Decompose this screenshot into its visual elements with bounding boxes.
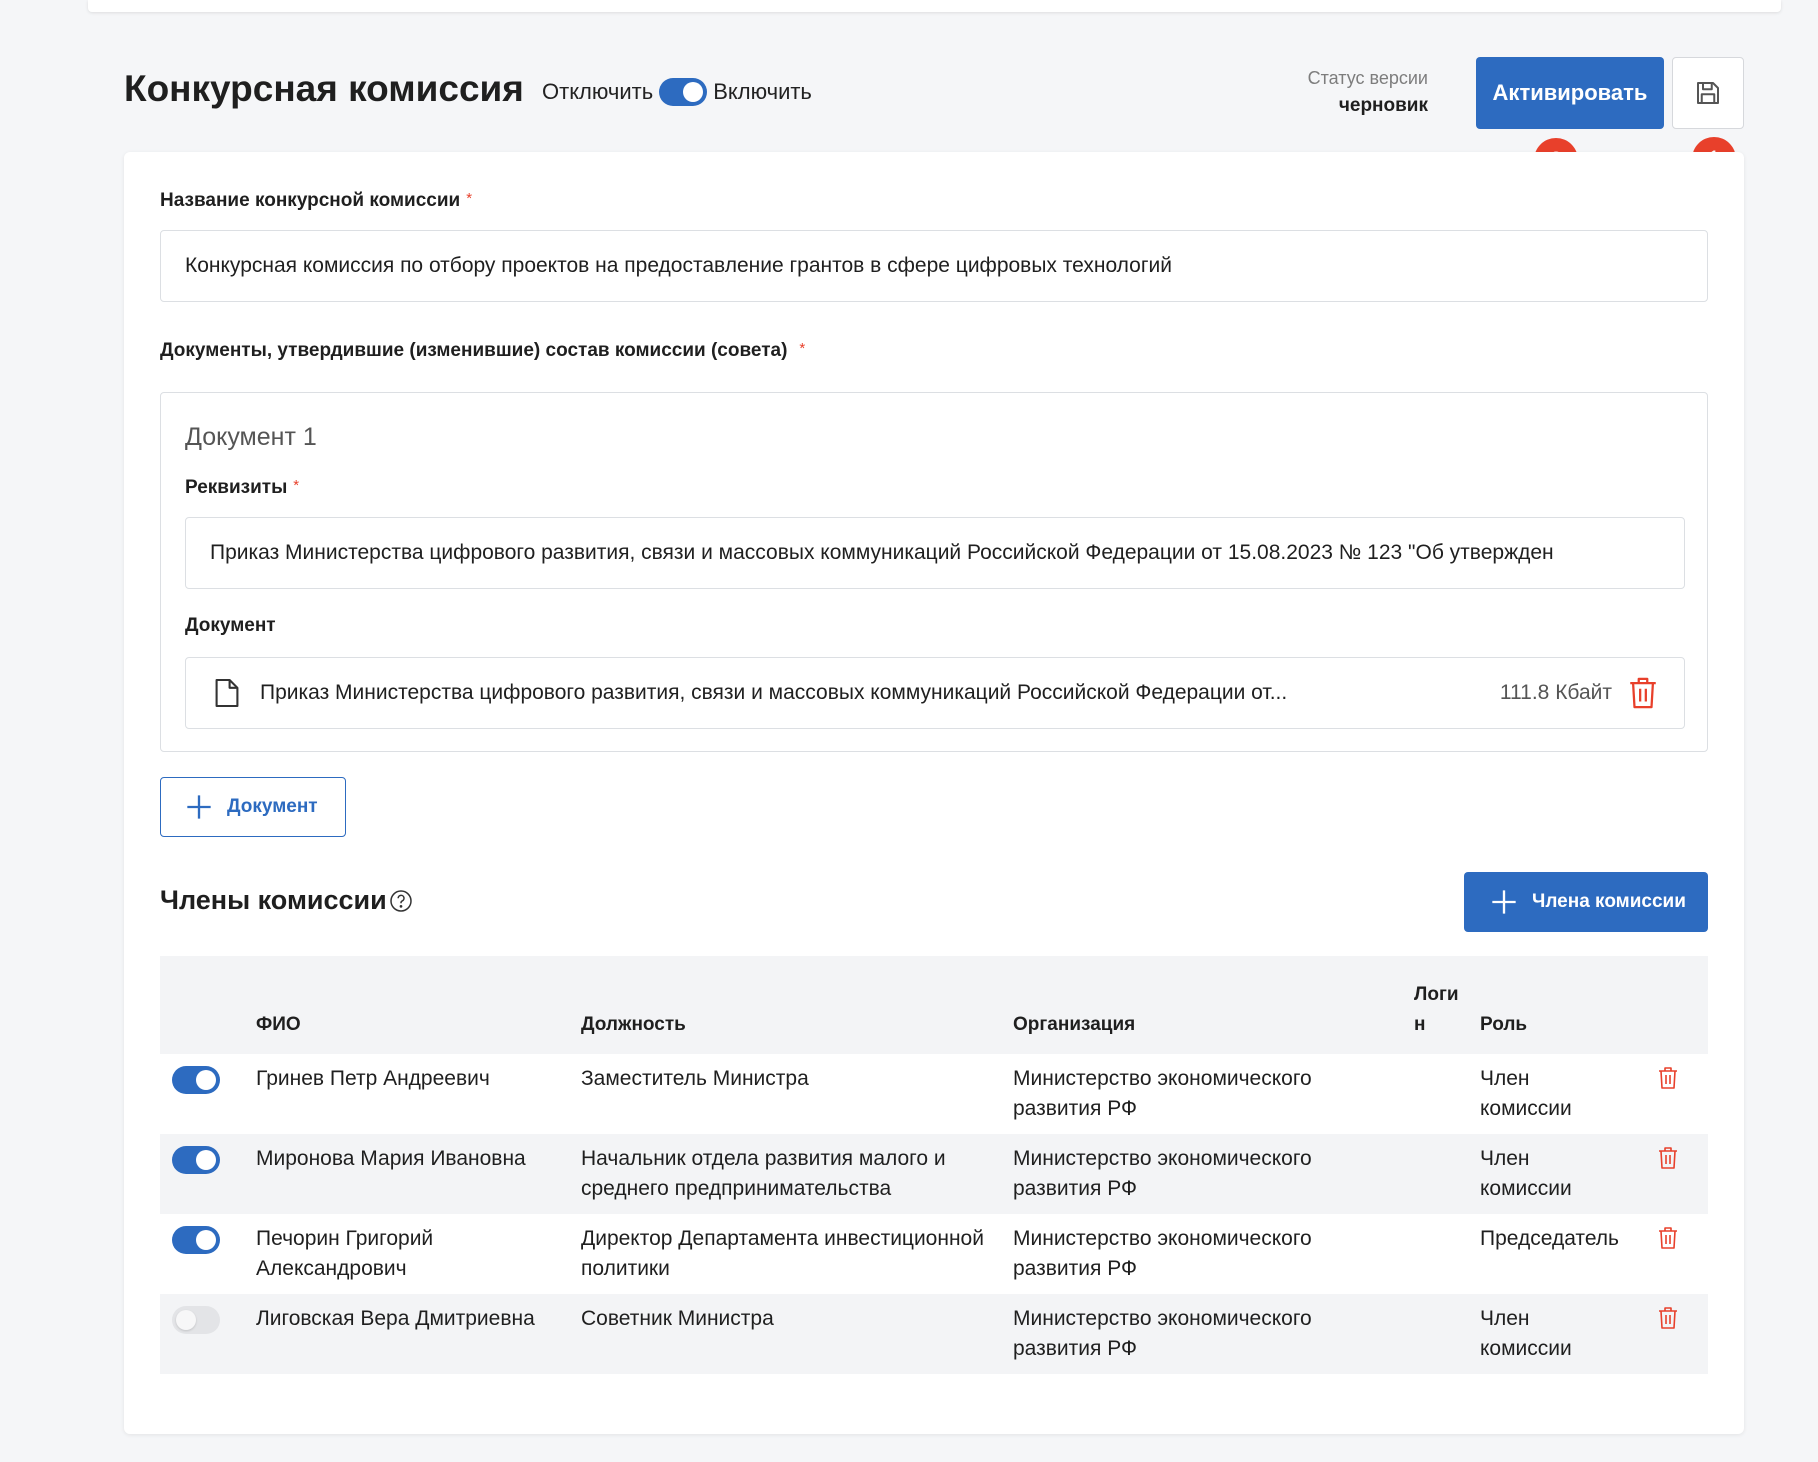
table-row: Гринев Петр Андреевич Заместитель Министр… [160, 1054, 1708, 1134]
trash-icon[interactable] [1658, 1066, 1678, 1090]
member-fio: Лиговская Вера Дмитриевна [256, 1294, 581, 1374]
trash-icon[interactable] [1658, 1306, 1678, 1330]
save-button[interactable] [1672, 57, 1744, 129]
toggle-knob [196, 1230, 216, 1250]
required-mark: * [466, 190, 473, 207]
version-status: Статус версии черновик [1308, 68, 1428, 117]
plus-icon [1492, 890, 1516, 914]
trash-icon[interactable] [1658, 1226, 1678, 1250]
member-active-cell [160, 1054, 256, 1134]
member-role: Член комиссии [1480, 1067, 1572, 1120]
member-fio: Гринев Петр Андреевич [256, 1067, 490, 1090]
trash-icon[interactable] [1658, 1146, 1678, 1170]
member-fio: Печорин Григорий Александрович [256, 1227, 434, 1280]
attached-file[interactable]: Приказ Министерства цифрового развития, … [185, 657, 1685, 729]
member-role: Член комиссии [1480, 1134, 1658, 1214]
members-table: ФИО Должность Организация Логин Роль Гри… [160, 956, 1708, 1374]
member-login [1414, 1294, 1480, 1374]
docs-label-text: Документы, утвердившие (изменившие) сост… [160, 340, 788, 361]
file-field-label: Документ [185, 615, 276, 636]
member-role: Член комиссии [1480, 1294, 1658, 1374]
add-document-label: Документ [227, 796, 318, 817]
activate-button[interactable]: Активировать [1476, 57, 1664, 129]
member-delete-cell [1658, 1134, 1708, 1214]
page-title: Конкурсная комиссия [124, 68, 524, 109]
file-name: Приказ Министерства цифрового развития, … [260, 681, 1288, 704]
member-delete-cell [1658, 1214, 1708, 1294]
toggle-knob [176, 1310, 196, 1330]
member-active-toggle[interactable] [172, 1066, 220, 1094]
member-position: Начальник отдела развития малого и средн… [581, 1134, 1013, 1214]
table-row: Миронова Мария Ивановна Начальник отдела … [160, 1134, 1708, 1214]
table-header-row: ФИО Должность Организация Логин Роль [160, 956, 1708, 1054]
member-organization: Министерство экономического развития РФ [1013, 1067, 1312, 1120]
main-card: Название конкурсной комиссии * Конкурсная… [124, 152, 1744, 1434]
page-header: Конкурсная комиссия Отключить Включить С… [124, 56, 1744, 130]
member-fio: Миронова Мария Ивановна [256, 1134, 581, 1214]
header-login[interactable]: Логин [1414, 956, 1480, 1054]
enable-toggle[interactable] [659, 78, 708, 106]
header-position[interactable]: Должность [581, 956, 1013, 1054]
member-active-toggle[interactable] [172, 1146, 220, 1174]
member-active-cell [160, 1134, 256, 1214]
member-position: Советник Министра [581, 1294, 1013, 1374]
header-fio[interactable]: ФИО [256, 956, 581, 1054]
name-label-text: Название конкурсной комиссии [160, 190, 461, 211]
details-field-label: Реквизиты * [185, 477, 299, 499]
details-input[interactable]: Приказ Министерства цифрового развития, … [185, 517, 1685, 589]
plus-icon [187, 795, 211, 819]
help-icon[interactable] [389, 889, 413, 913]
member-active-cell [160, 1214, 256, 1294]
table-row: Печорин Григорий Александрович Директор Д… [160, 1214, 1708, 1294]
members-table-body: Гринев Петр Андреевич Заместитель Министр… [160, 1054, 1708, 1374]
header-role[interactable]: Роль [1480, 956, 1658, 1054]
member-delete-cell [1658, 1294, 1708, 1374]
trash-icon[interactable] [1628, 676, 1658, 710]
member-active-cell [160, 1294, 256, 1374]
member-delete-cell [1658, 1054, 1708, 1134]
header-delete [1658, 956, 1708, 1054]
enable-toggle-group: Отключить Включить [542, 78, 812, 106]
status-label: Статус версии [1307, 68, 1428, 88]
details-label-text: Реквизиты [185, 477, 288, 498]
toggle-on-label: Включить [713, 79, 812, 104]
document-block: Документ 1 Реквизиты * Приказ Министерств… [160, 392, 1708, 752]
top-panel-edge [88, 0, 1781, 12]
member-position: Директор Департамента инвестиционной пол… [581, 1227, 984, 1280]
table-row: Лиговская Вера Дмитриевна Советник Минист… [160, 1294, 1708, 1374]
required-mark: * [293, 477, 300, 494]
file-size: 111.8 Кбайт [1499, 681, 1612, 704]
member-position: Заместитель Министра [581, 1067, 809, 1090]
header-toggle [160, 956, 256, 1054]
add-document-button[interactable]: Документ [160, 777, 346, 837]
file-icon [215, 678, 239, 708]
members-title-text: Члены комиссии [160, 885, 387, 915]
docs-field-label: Документы, утвердившие (изменившие) сост… [160, 340, 805, 362]
toggle-knob [196, 1070, 216, 1090]
member-login [1414, 1214, 1480, 1294]
member-active-toggle[interactable] [172, 1226, 220, 1254]
required-mark: * [799, 340, 806, 357]
save-icon [1697, 82, 1719, 104]
members-section-title: Члены комиссии [160, 885, 413, 916]
member-login [1414, 1134, 1480, 1214]
toggle-knob [196, 1150, 216, 1170]
add-member-button[interactable]: Члена комиссии [1464, 872, 1708, 932]
status-value: черновик [1338, 95, 1428, 116]
commission-name-input[interactable]: Конкурсная комиссия по отбору проектов н… [160, 230, 1708, 302]
toggle-off-label: Отключить [542, 79, 654, 104]
name-field-label: Название конкурсной комиссии * [160, 190, 472, 212]
toggle-knob [683, 82, 704, 102]
member-login [1414, 1054, 1480, 1134]
add-member-label: Члена комиссии [1532, 891, 1686, 912]
member-organization: Министерство экономического развития РФ [1013, 1134, 1414, 1214]
member-organization: Министерство экономического развития РФ [1013, 1227, 1312, 1280]
member-active-toggle[interactable] [172, 1306, 220, 1334]
member-role: Председатель [1480, 1227, 1619, 1250]
document-title: Документ 1 [185, 423, 317, 451]
header-organization[interactable]: Организация [1013, 956, 1414, 1054]
member-organization: Министерство экономического развития РФ [1013, 1294, 1414, 1374]
